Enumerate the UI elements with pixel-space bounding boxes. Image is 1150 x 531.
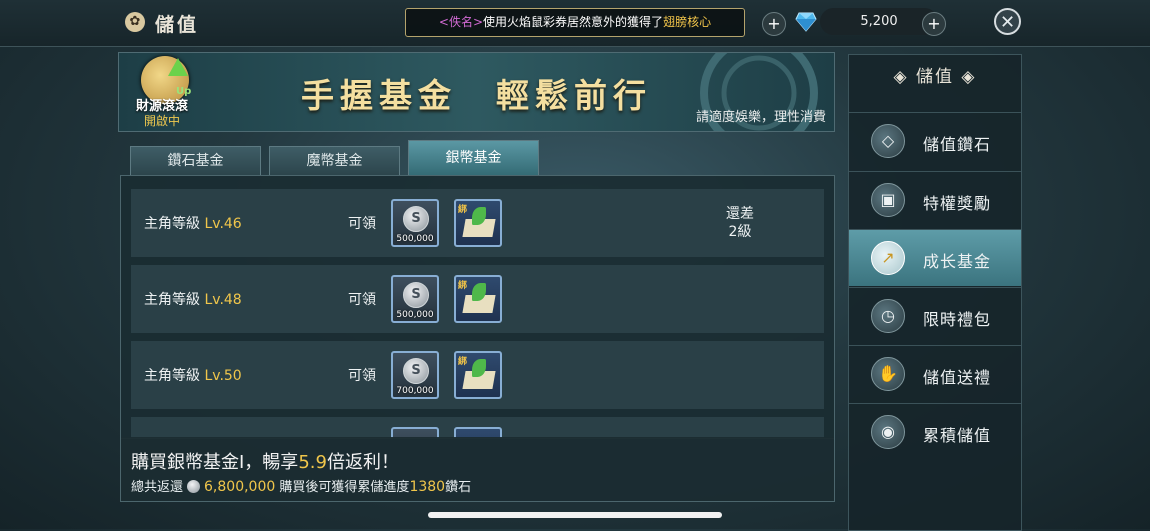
- rebate-headline: 購買銀幣基金Ⅰ，暢享5.9倍返利！: [131, 452, 399, 473]
- gift-timer-icon: ◷: [871, 299, 905, 333]
- reward-slot-silver[interactable]: S 500,000: [391, 199, 439, 247]
- rebate-details: 總共返還 6,800,000 購買後可獲得累儲進度1380鑽石: [131, 479, 472, 495]
- marquee-text: 使用火焰鼠彩券居然意外的獲得了: [483, 15, 664, 29]
- sidebar-item-label: 限時禮包: [923, 310, 992, 329]
- diamond-balance: 5,200: [820, 8, 938, 35]
- level-gap-note: 還差 2級: [726, 206, 754, 240]
- list-item: 主角等級 Lv.50 可領 S 700,000 綁: [131, 341, 824, 409]
- diamond-icon: [795, 12, 817, 32]
- list-item-partial: [131, 417, 824, 438]
- sidebar-item-privilege-rewards[interactable]: ▣ 特權獎勵: [849, 171, 1021, 228]
- silver-coin-icon: S: [403, 358, 429, 384]
- reward-slot-silver[interactable]: S 500,000: [391, 275, 439, 323]
- sidebar-item-growth-fund[interactable]: ↗ 成长基金: [849, 229, 1021, 286]
- reward-slot-item[interactable]: 綁: [454, 351, 502, 399]
- fund-reward-list[interactable]: 主角等級 Lv.46 可領 S 500,000 綁 還差 2級 主角等級 Lv.4…: [120, 175, 835, 439]
- silver-coin-icon: S: [403, 206, 429, 232]
- sidebar-item-label: 儲值送禮: [923, 368, 992, 387]
- responsible-gaming-note: 請適度娛樂，理性消費: [695, 110, 826, 125]
- purchase-summary: 購買銀幣基金Ⅰ，暢享5.9倍返利！ 總共返還 6,800,000 購買後可獲得累儲…: [120, 437, 835, 502]
- bound-tag: 綁: [458, 357, 468, 367]
- claim-status: 可領: [348, 292, 376, 308]
- sidebar-item-diamond-topup[interactable]: ◇ 儲值鑽石: [849, 112, 1021, 169]
- progress-amount: 1380: [409, 479, 446, 495]
- fund-banner: 手握基金 輕鬆前行 請適度娛樂，理性消費: [118, 52, 835, 132]
- tab-diamond-fund[interactable]: 鑽石基金: [130, 146, 261, 175]
- claim-status: 可領: [348, 216, 376, 232]
- add-currency-button[interactable]: +: [762, 12, 786, 36]
- level-value: Lv.48: [204, 292, 242, 308]
- rebate-multiplier: 5.9: [298, 452, 327, 473]
- chest-icon: ▣: [871, 183, 905, 217]
- bound-tag: 綁: [458, 281, 468, 291]
- marquee-item: 翅膀核心: [663, 15, 712, 29]
- reward-slot-silver[interactable]: S 700,000: [391, 351, 439, 399]
- up-arrow-icon: [168, 58, 188, 76]
- gift-hand-icon: ✋: [871, 357, 905, 391]
- level-value: Lv.50: [204, 368, 242, 384]
- broadcast-marquee: <佚名>使用火焰鼠彩券居然意外的獲得了翅膀核心: [405, 8, 745, 37]
- total-return-amount: 6,800,000: [204, 479, 276, 495]
- reward-quantity: 500,000: [396, 310, 434, 320]
- sidebar-item-label: 特權獎勵: [923, 194, 992, 213]
- sidebar-item-label: 儲值鑽石: [923, 135, 992, 154]
- reward-quantity: 500,000: [396, 234, 434, 244]
- sidebar: ◈ 儲值 ◈ ◇ 儲值鑽石 ▣ 特權獎勵 ↗ 成长基金 ◷ 限時禮包 ✋ 儲值送…: [848, 54, 1022, 531]
- sidebar-item-limited-packs[interactable]: ◷ 限時禮包: [849, 287, 1021, 344]
- silver-coin-icon: [187, 480, 201, 493]
- top-bar: ✿ 儲值 <佚名>使用火焰鼠彩券居然意外的獲得了翅膀核心 + 5,200 + ✕: [0, 0, 1150, 47]
- reward-slot-item[interactable]: 綁: [454, 275, 502, 323]
- piggy-bank-icon: ◉: [871, 415, 905, 449]
- list-item: 主角等級 Lv.48 可領 S 500,000 綁: [131, 265, 824, 333]
- level-requirement: 主角等級 Lv.50: [144, 368, 242, 384]
- bonus-event-status: 開啟中: [144, 114, 181, 128]
- sidebar-item-cumulative-topup[interactable]: ◉ 累積儲值: [849, 403, 1021, 460]
- sidebar-item-topup-gifts[interactable]: ✋ 儲值送禮: [849, 345, 1021, 402]
- sidebar-item-label: 累積儲值: [923, 426, 992, 445]
- sidebar-header: ◈ 儲值 ◈: [893, 67, 977, 87]
- level-requirement: 主角等級 Lv.48: [144, 292, 242, 308]
- tab-silver-coin-fund[interactable]: 銀幣基金: [408, 140, 539, 175]
- sidebar-item-label: 成长基金: [923, 252, 992, 271]
- bound-tag: 綁: [458, 205, 468, 215]
- reward-slot-item[interactable]: 綁: [454, 199, 502, 247]
- settings-gear-icon: ✿: [125, 12, 145, 32]
- level-requirement: 主角等級 Lv.46: [144, 216, 242, 232]
- add-diamond-button[interactable]: +: [922, 12, 946, 36]
- level-value: Lv.46: [204, 216, 242, 232]
- close-icon: ✕: [999, 12, 1016, 33]
- list-item: 主角等級 Lv.46 可領 S 500,000 綁 還差 2級: [131, 189, 824, 257]
- diamond-icon: ◇: [871, 124, 905, 158]
- page-title: 儲值: [155, 14, 200, 36]
- silver-coin-icon: S: [403, 282, 429, 308]
- claim-status: 可領: [348, 368, 376, 384]
- reward-quantity: 700,000: [396, 386, 434, 396]
- marquee-player-name: <佚名>: [438, 15, 484, 29]
- home-indicator[interactable]: [428, 512, 722, 518]
- growth-arrow-icon: ↗: [871, 241, 905, 275]
- close-button[interactable]: ✕: [994, 8, 1021, 35]
- tab-magic-coin-fund[interactable]: 魔幣基金: [269, 146, 400, 175]
